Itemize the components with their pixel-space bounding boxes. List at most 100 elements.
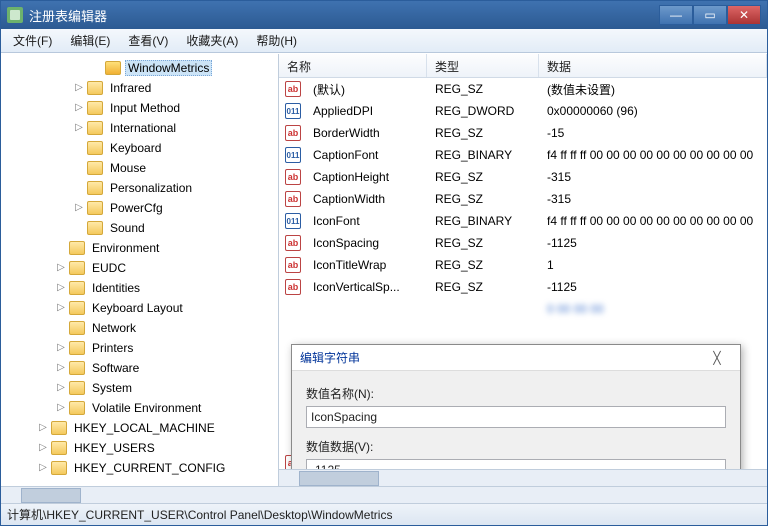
tree-pane[interactable]: WindowMetrics ▷ Infrared ▷Input Method▷Inte… [1,54,279,486]
tree-node[interactable]: ▷ HKEY_CURRENT_CONFIG [1,458,278,478]
tree-node[interactable]: ▷ Software [1,358,278,378]
tree-node[interactable]: ▷ Volatile Environment [1,398,278,418]
tree-node[interactable]: ▷ Identities [1,278,278,298]
expand-icon[interactable]: ▷ [37,422,49,434]
value-data-input[interactable] [306,459,726,469]
string-value-icon: ab [285,279,301,295]
string-value-icon: ab [285,235,301,251]
list-row[interactable]: ab [279,320,767,342]
minimize-button[interactable]: — [659,5,693,25]
expand-icon [73,222,85,234]
tree-node[interactable]: ▷ Infrared [1,78,278,98]
value-name-label: 数值名称(N): [306,385,726,402]
expand-icon[interactable]: ▷ [55,362,67,374]
col-name-header[interactable]: 名称 [279,54,427,77]
tree-node[interactable]: WindowMetrics [1,58,278,78]
cell-name: IconTitleWrap [305,258,427,272]
tree-node[interactable]: Network [1,318,278,338]
tree-node[interactable]: ▷EUDC [1,258,278,278]
list-row[interactable]: abIconVerticalSp...REG_SZ-1125 [279,276,767,298]
expand-icon[interactable]: ▷ [55,302,67,314]
cell-data: -315 [539,192,767,206]
expand-icon[interactable]: ▷ [55,402,67,414]
list-row[interactable]: abBorderWidthREG_SZ-15 [279,122,767,144]
menu-edit[interactable]: 编辑(E) [62,30,118,51]
list-row[interactable]: abCaptionHeightREG_SZ-315 [279,166,767,188]
tree-node[interactable]: ▷International [1,118,278,138]
list-pane: 名称 类型 数据 ab(默认)REG_SZ(数值未设置)011AppliedDP… [279,54,767,486]
list-row[interactable]: 011CaptionFontREG_BINARYf4 ff ff ff 00 0… [279,144,767,166]
cell-type: REG_BINARY [427,148,539,162]
tree-node[interactable]: ▷Input Method [1,98,278,118]
tree-node[interactable]: ▷System [1,378,278,398]
string-value-icon: ab [285,191,301,207]
value-name-input[interactable] [306,406,726,428]
expand-icon[interactable]: ▷ [37,442,49,454]
expand-icon[interactable]: ▷ [37,462,49,474]
menu-help[interactable]: 帮助(H) [248,30,305,51]
tree-label: Volatile Environment [89,400,204,416]
list-row[interactable]: 011IconFontREG_BINARYf4 ff ff ff 00 00 0… [279,210,767,232]
menu-view[interactable]: 查看(V) [120,30,176,51]
tree-node[interactable]: Mouse [1,158,278,178]
folder-icon [87,161,103,175]
tree-horizontal-scrollbar[interactable] [1,486,767,503]
tree-node[interactable]: ▷HKEY_USERS [1,438,278,458]
tree-label: Printers [89,340,136,356]
list-row[interactable]: abIconTitleWrapREG_SZ1 [279,254,767,276]
list-row[interactable]: abIconSpacingREG_SZ-1125 [279,232,767,254]
cell-name: IconFont [305,214,427,228]
tree-node[interactable]: Personalization [1,178,278,198]
folder-icon [69,401,85,415]
expand-icon[interactable]: ▷ [55,342,67,354]
tree-node[interactable]: Sound [1,218,278,238]
tree-node[interactable]: ▷PowerCfg [1,198,278,218]
tree-node[interactable]: ▷HKEY_LOCAL_MACHINE [1,418,278,438]
expand-icon[interactable]: ▷ [55,382,67,394]
dialog-titlebar[interactable]: 编辑字符串 ╳ [292,345,740,371]
dialog-close-button[interactable]: ╳ [702,351,732,365]
expand-icon[interactable]: ▷ [55,282,67,294]
tree-label: HKEY_CURRENT_CONFIG [71,460,228,476]
folder-icon [87,221,103,235]
tree-label: Environment [89,240,162,256]
list-row[interactable]: 011AppliedDPIREG_DWORD0x00000060 (96) [279,100,767,122]
cell-type: REG_SZ [427,82,539,96]
string-value-icon: ab [285,169,301,185]
tree-node[interactable]: ▷ Printers [1,338,278,358]
cell-type: REG_SZ [427,236,539,250]
cell-name: AppliedDPI [305,104,427,118]
tree-label: Software [89,360,142,376]
maximize-button[interactable]: ▭ [693,5,727,25]
cell-data: -15 [539,126,767,140]
titlebar[interactable]: 注册表编辑器 — ▭ ✕ [1,1,767,29]
tree-node[interactable]: Keyboard [1,138,278,158]
expand-icon [91,62,103,74]
expand-icon[interactable]: ▷ [73,102,85,114]
folder-icon [69,321,85,335]
col-type-header[interactable]: 类型 [427,54,539,77]
expand-icon[interactable]: ▷ [73,122,85,134]
close-button[interactable]: ✕ [727,5,761,25]
menu-favorites[interactable]: 收藏夹(A) [178,30,246,51]
list-horizontal-scrollbar[interactable] [279,469,767,486]
tree-node[interactable]: ▷Keyboard Layout [1,298,278,318]
cell-type: REG_SZ [427,192,539,206]
cell-type: REG_SZ [427,280,539,294]
tree-label: Identities [89,280,143,296]
binary-value-icon: 011 [285,213,301,229]
col-data-header[interactable]: 数据 [539,54,767,77]
tree-label: WindowMetrics [125,60,212,76]
folder-icon [69,261,85,275]
expand-icon[interactable]: ▷ [55,262,67,274]
expand-icon [73,162,85,174]
list-row[interactable]: ab0 00 00 00 [279,298,767,320]
expand-icon[interactable]: ▷ [73,82,85,94]
list-body[interactable]: ab(默认)REG_SZ(数值未设置)011AppliedDPIREG_DWOR… [279,78,767,469]
list-row[interactable]: abCaptionWidthREG_SZ-315 [279,188,767,210]
tree-label: Infrared [107,80,154,96]
list-row[interactable]: ab(默认)REG_SZ(数值未设置) [279,78,767,100]
expand-icon[interactable]: ▷ [73,202,85,214]
menu-file[interactable]: 文件(F) [5,30,60,51]
tree-node[interactable]: Environment [1,238,278,258]
